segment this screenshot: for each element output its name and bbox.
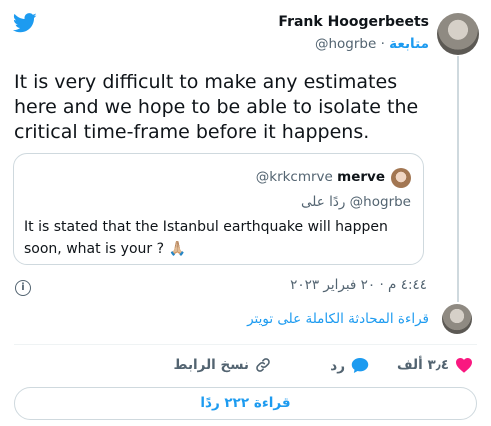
copy-link-button[interactable]: نسخ الرابط (174, 357, 271, 373)
likes-count: ٣٫٤ ألف (396, 357, 449, 373)
author-line: @hogrbe · متابعة (315, 36, 429, 52)
copy-link-label: نسخ الرابط (173, 357, 249, 373)
author-avatar[interactable] (437, 13, 479, 55)
quoted-avatar[interactable] (391, 168, 411, 188)
thread-line (457, 56, 459, 302)
follow-button[interactable]: متابعة (389, 36, 429, 52)
tweet-text: It is very difficult to make any estimat… (14, 71, 419, 143)
read-conversation-link[interactable]: قراءة المحادثة الكاملة على تويتر (247, 311, 429, 327)
quoted-reply-to[interactable]: ردًا على @hogrbe (301, 194, 411, 210)
author-handle[interactable]: @hogrbe (315, 36, 376, 52)
twitter-bird-icon[interactable] (13, 13, 37, 33)
reply-button[interactable]: رد (330, 357, 369, 374)
quoted-name[interactable]: merve (337, 169, 385, 185)
timestamp[interactable]: ٤:٤٤ م · ٢٠ فبراير ٢٠٢٣ (290, 277, 427, 293)
read-replies-button[interactable]: قراءة ٢٢٢ ردًا (14, 387, 477, 420)
reply-label: رد (330, 357, 345, 374)
divider (14, 344, 477, 345)
author-name[interactable]: Frank Hoogerbeets (278, 14, 429, 30)
quoted-handle[interactable]: @krkcmrve (256, 169, 333, 185)
reply-icon (351, 358, 369, 373)
quoted-text: It is stated that the Istanbul earthquak… (24, 219, 388, 257)
link-icon (256, 358, 270, 372)
heart-icon (456, 357, 472, 373)
quoted-tweet-card[interactable]: @krkcmrve merve ردًا على @hogrbe It is s… (13, 153, 424, 265)
info-icon[interactable]: i (15, 280, 31, 296)
separator: · (380, 36, 385, 52)
like-button[interactable]: ٣٫٤ ألف (397, 357, 473, 373)
quoted-user: @krkcmrve merve (256, 169, 385, 185)
small-author-avatar[interactable] (442, 304, 472, 334)
